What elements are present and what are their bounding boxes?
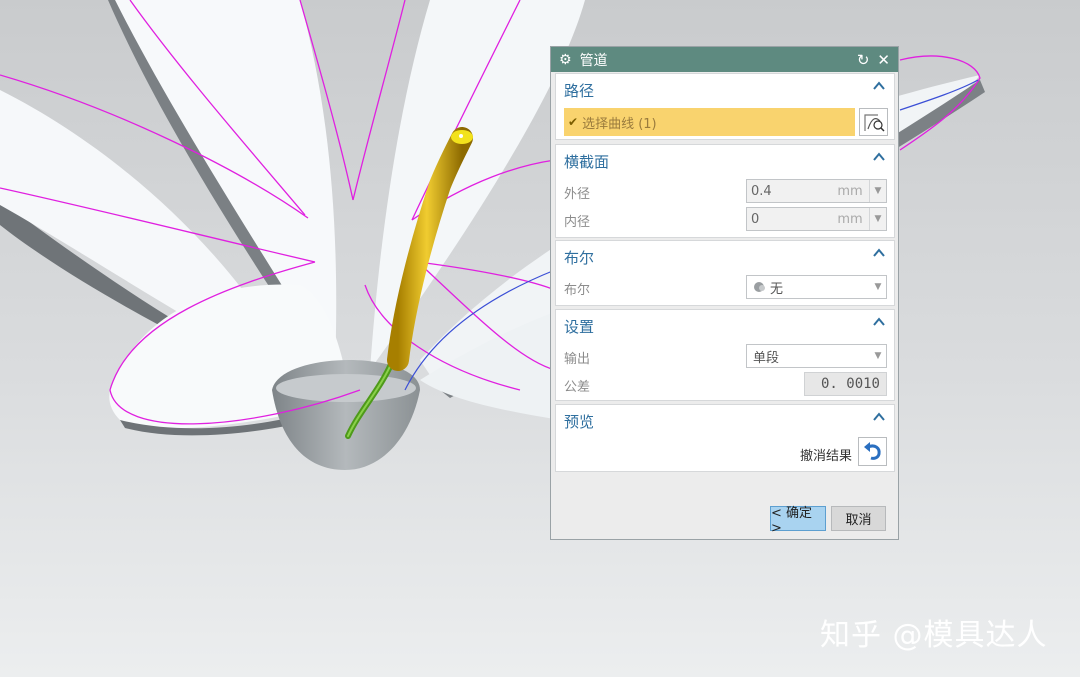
output-select[interactable]: 单段 ▼ [746, 344, 887, 368]
chevron-up-icon[interactable] [872, 151, 886, 163]
inner-diameter-unit: mm [837, 211, 863, 227]
section-preview: 预览 撤消结果 [555, 404, 895, 472]
boolean-none-icon [754, 282, 765, 292]
boolean-label: 布尔 [564, 283, 591, 298]
boolean-value: 无 [770, 281, 784, 297]
pipe-dialog: ⚙ 管道 ↻ ✕ 路径 ✔ 选择曲线 (1) 横截面 外径 0.4 mm ▼ 内… [550, 46, 899, 540]
section-title-settings[interactable]: 设置 [564, 316, 594, 337]
section-boolean: 布尔 布尔 无 ▼ [555, 240, 895, 306]
section-title-path[interactable]: 路径 [564, 80, 594, 101]
cancel-button[interactable]: 取消 [831, 506, 886, 531]
reset-icon[interactable]: ↻ [857, 51, 870, 69]
select-curve-field[interactable]: ✔ 选择曲线 (1) [564, 108, 855, 136]
outer-diameter-field[interactable]: 0.4 mm ▼ [746, 179, 887, 203]
chevron-down-icon[interactable]: ▼ [870, 282, 886, 292]
tolerance-label: 公差 [564, 380, 591, 395]
curve-selector-button[interactable] [859, 108, 888, 136]
section-title-cross-section[interactable]: 横截面 [564, 151, 609, 172]
inner-diameter-field[interactable]: 0 mm ▼ [746, 207, 887, 231]
gear-icon[interactable]: ⚙ [559, 52, 572, 68]
dialog-title: 管道 [579, 52, 608, 69]
dialog-titlebar[interactable]: ⚙ 管道 ↻ ✕ [551, 47, 898, 72]
outer-diameter-label: 外径 [564, 187, 591, 202]
section-title-boolean[interactable]: 布尔 [564, 247, 594, 268]
undo-icon [864, 442, 881, 460]
chevron-up-icon[interactable] [872, 316, 886, 328]
inner-diameter-label: 内径 [564, 215, 591, 230]
check-icon: ✔ [568, 115, 579, 129]
select-curve-label: 选择曲线 (1) [582, 116, 657, 132]
section-settings: 设置 输出 单段 ▼ 公差 0. 0010 [555, 309, 895, 401]
chevron-up-icon[interactable] [872, 411, 886, 423]
outer-diameter-value[interactable]: 0.4 [747, 184, 831, 199]
3d-viewport[interactable] [0, 0, 1080, 677]
boolean-select[interactable]: 无 ▼ [746, 275, 887, 299]
output-label: 输出 [564, 352, 591, 367]
section-title-preview[interactable]: 预览 [564, 411, 594, 432]
section-path: 路径 ✔ 选择曲线 (1) [555, 73, 895, 140]
ok-button[interactable]: < 确定 > [770, 506, 826, 536]
section-cross-section: 横截面 外径 0.4 mm ▼ 内径 0 mm ▼ [555, 144, 895, 238]
curve-select-icon [864, 114, 885, 132]
chevron-down-icon[interactable]: ▼ [869, 180, 886, 202]
inner-diameter-value[interactable]: 0 [747, 212, 831, 227]
watermark: 知乎 @模具达人 [820, 618, 1048, 653]
close-icon[interactable]: ✕ [877, 51, 890, 69]
chevron-up-icon[interactable] [872, 80, 886, 92]
chevron-up-icon[interactable] [872, 247, 886, 259]
chevron-down-icon[interactable]: ▼ [869, 208, 886, 230]
undo-result-label: 撤消结果 [800, 449, 853, 464]
outer-diameter-unit: mm [837, 183, 863, 199]
tolerance-field[interactable]: 0. 0010 [804, 372, 887, 396]
chevron-down-icon[interactable]: ▼ [870, 351, 886, 361]
output-value: 单段 [753, 350, 780, 366]
undo-result-button[interactable] [858, 437, 887, 466]
